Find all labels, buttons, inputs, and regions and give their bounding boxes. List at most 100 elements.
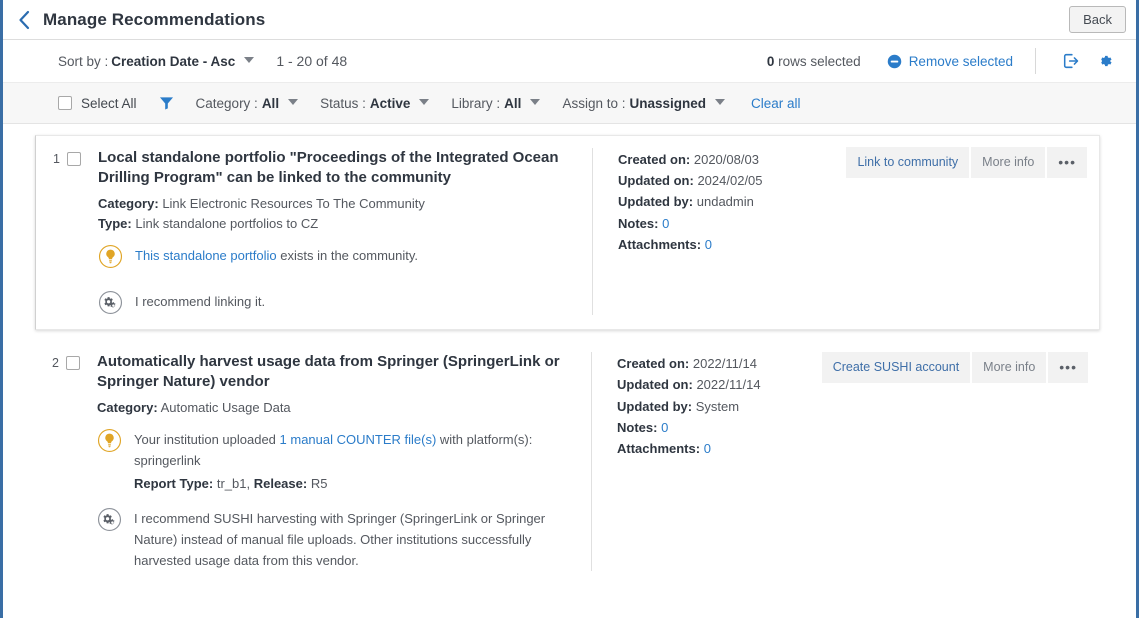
meta-updated-by-label: Updated by: [618, 194, 694, 210]
rows-selected-status: 0 rows selected [767, 54, 861, 69]
pagination-range: 1 - 20 of 48 [276, 53, 348, 69]
recommendation-card[interactable]: 2 Automatically harvest usage data from … [35, 348, 1100, 586]
gears-icon [97, 507, 122, 532]
row-checkbox[interactable] [66, 356, 80, 371]
minus-circle-icon [887, 54, 902, 69]
release-label: Release: [253, 476, 308, 492]
filter-assign-to-value[interactable]: Unassigned [629, 96, 706, 111]
category-value: Automatic Usage Data [160, 400, 291, 416]
meta-updated-by-value: undadmin [696, 194, 754, 210]
filter-category-value[interactable]: All [262, 96, 279, 111]
rows-selected-count: 0 [766, 53, 775, 69]
filter-category[interactable]: Category : All [196, 96, 299, 111]
recommendation-line: I recommend SUSHI harvesting with Spring… [97, 506, 577, 571]
gears-icon [98, 290, 123, 315]
filter-library-chevron-down-icon[interactable] [530, 99, 541, 105]
report-type-value: tr_b1, [216, 476, 251, 492]
more-actions-button[interactable]: ••• [1048, 352, 1088, 383]
meta-notes-value[interactable]: 0 [661, 420, 668, 435]
more-info-button[interactable]: More info [972, 352, 1047, 383]
sort-by-chevron-down-icon[interactable] [244, 57, 255, 63]
filter-library-label: Library : [451, 95, 501, 111]
filter-assign-to-chevron-down-icon[interactable] [715, 99, 725, 105]
meta-notes-value[interactable]: 0 [662, 216, 669, 231]
filter-assign-to[interactable]: Assign to : Unassigned [562, 96, 725, 111]
recommendations-list: 1 Local standalone portfolio "Proceeding… [3, 135, 1136, 586]
lightbulb-icon [97, 428, 122, 453]
link-to-community-button[interactable]: Link to community [846, 147, 970, 178]
meta-attachments-label: Attachments: [617, 440, 701, 456]
more-info-button[interactable]: More info [971, 147, 1046, 178]
card-body: Automatically harvest usage data from Sp… [80, 352, 1088, 572]
insight-line: Your institution uploaded 1 manual COUNT… [97, 427, 577, 494]
insight-pre: Your institution uploaded [134, 432, 280, 448]
meta-attachments-value[interactable]: 0 [705, 237, 712, 252]
recommendation-text: I recommend SUSHI harvesting with Spring… [134, 511, 546, 569]
filter-bar: Select All Category : All Status : Activ… [3, 82, 1136, 124]
category-value: Link Electronic Resources To The Communi… [162, 195, 425, 211]
back-chevron-icon[interactable] [11, 7, 37, 33]
meta-attachments: Attachments: 0 [618, 234, 1087, 255]
meta-notes: Notes: 0 [618, 213, 1087, 234]
row-number: 1 [53, 152, 60, 166]
meta-attachments-value[interactable]: 0 [704, 441, 711, 456]
insight-line: This standalone portfolio exists in the … [98, 243, 578, 269]
filter-library[interactable]: Library : All [451, 95, 541, 111]
meta-created-on-value: 2022/11/14 [692, 356, 757, 372]
meta-updated-by: Updated by: System [617, 396, 1088, 417]
row-checkbox[interactable] [67, 152, 81, 166]
select-all-label[interactable]: Select All [81, 96, 137, 111]
meta-notes-label: Notes: [618, 215, 659, 231]
recommendation-card[interactable]: 1 Local standalone portfolio "Proceeding… [35, 135, 1100, 331]
manage-recommendations-page: Manage Recommendations Back Sort by : Cr… [0, 0, 1139, 618]
page-header: Manage Recommendations Back [3, 0, 1136, 40]
filter-assign-to-label: Assign to : [562, 95, 626, 111]
type-row: Type: Link standalone portfolios to CZ [98, 214, 578, 234]
remove-selected-button[interactable]: Remove selected [887, 54, 1013, 69]
remove-selected-label: Remove selected [908, 53, 1013, 69]
insight-rest: exists in the community. [276, 248, 419, 264]
recommendation-line: I recommend linking it. [98, 289, 578, 315]
filter-status[interactable]: Status : Active [320, 96, 430, 111]
report-type-label: Report Type: [134, 476, 214, 492]
category-label: Category: [97, 400, 158, 416]
recommendation-title: Local standalone portfolio "Proceedings … [98, 149, 559, 186]
filter-library-value[interactable]: All [504, 96, 521, 111]
clear-all-button[interactable]: Clear all [751, 96, 801, 111]
insight-link[interactable]: 1 manual COUNTER file(s) [280, 432, 437, 447]
meta-attachments-label: Attachments: [618, 236, 702, 252]
filter-category-label: Category : [195, 95, 258, 111]
card-main-column: Local standalone portfolio "Proceedings … [98, 148, 592, 315]
meta-updated-on-label: Updated on: [617, 377, 693, 393]
export-icon[interactable] [1058, 48, 1084, 74]
meta-notes: Notes: 0 [617, 417, 1088, 438]
filter-funnel-icon[interactable] [159, 96, 174, 110]
meta-updated-by-label: Updated by: [617, 398, 693, 414]
meta-updated-by: Updated by: undadmin [618, 191, 1087, 212]
filter-category-chevron-down-icon[interactable] [288, 99, 299, 105]
category-row: Category: Link Electronic Resources To T… [98, 194, 578, 214]
sort-by-value[interactable]: Creation Date - Asc [111, 54, 235, 69]
recommendation-title: Automatically harvest usage data from Sp… [97, 353, 560, 391]
filter-status-chevron-down-icon[interactable] [419, 99, 430, 105]
sort-by-label: Sort by : [58, 53, 109, 69]
create-sushi-account-button[interactable]: Create SUSHI account [821, 352, 971, 383]
recommendation-text: I recommend linking it. [135, 294, 266, 310]
insight-text: This standalone portfolio exists in the … [135, 243, 418, 266]
gear-icon[interactable] [1092, 48, 1118, 74]
card-actions: Link to community More info ••• [846, 147, 1087, 178]
meta-updated-on-value: 2024/02/05 [697, 173, 763, 189]
insight-text: Your institution uploaded 1 manual COUNT… [134, 427, 577, 494]
filter-status-value[interactable]: Active [370, 96, 411, 111]
meta-created-on-value: 2020/08/03 [693, 152, 759, 167]
insight-link[interactable]: This standalone portfolio [135, 248, 277, 263]
back-button[interactable]: Back [1069, 6, 1126, 33]
card-meta-column: Created on: 2022/11/14 Updated on: 2022/… [592, 352, 1088, 571]
category-row: Category: Automatic Usage Data [97, 398, 577, 418]
more-actions-button[interactable]: ••• [1047, 147, 1087, 178]
category-label: Category: [98, 195, 159, 211]
type-value: Link standalone portfolios to CZ [135, 216, 319, 232]
lightbulb-icon [98, 244, 123, 269]
select-all-checkbox[interactable] [58, 96, 72, 110]
meta-created-on-label: Created on: [617, 356, 690, 372]
